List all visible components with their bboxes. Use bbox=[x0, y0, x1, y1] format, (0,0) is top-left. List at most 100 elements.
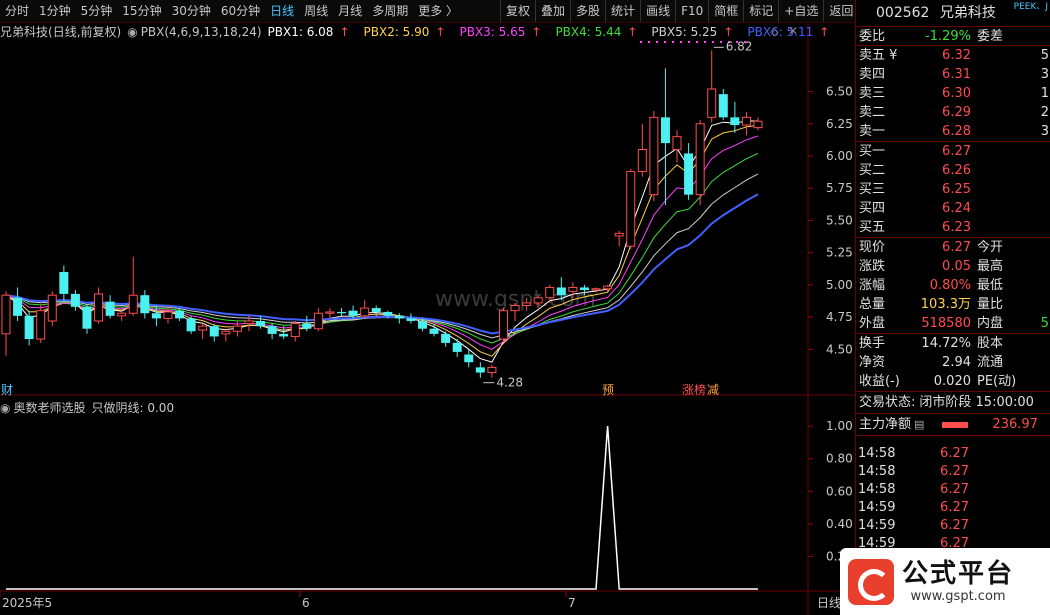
tick-time: 14:58 bbox=[858, 464, 896, 479]
marker-cai[interactable]: 财 bbox=[1, 383, 13, 397]
candle[interactable] bbox=[70, 290, 80, 311]
period-tab-3[interactable]: 15分钟 bbox=[117, 0, 166, 22]
candle[interactable] bbox=[186, 315, 196, 334]
candle[interactable] bbox=[741, 112, 751, 136]
tool-button-8[interactable]: +自选 bbox=[778, 0, 823, 22]
buy-price: 6.27 bbox=[942, 144, 971, 159]
candle[interactable] bbox=[498, 308, 508, 342]
candle[interactable] bbox=[753, 117, 763, 131]
trade-status-row: 交易状态: 闭市阶段 15:00:00 bbox=[856, 392, 1050, 414]
period-tab-1[interactable]: 1分钟 bbox=[34, 0, 76, 22]
period-tab-0[interactable]: 分时 bbox=[0, 0, 34, 22]
tool-button-7[interactable]: 标记 bbox=[743, 0, 778, 22]
indicator-name[interactable]: PBX(4,6,9,13,18,24) bbox=[141, 25, 262, 39]
period-tab-5[interactable]: 60分钟 bbox=[216, 0, 265, 22]
y-tick-label: 4.50 bbox=[826, 342, 853, 356]
candle[interactable] bbox=[94, 287, 104, 324]
stat-label: 涨幅 bbox=[859, 278, 886, 293]
buy-row-5[interactable]: 买五 6.23 bbox=[856, 218, 1050, 237]
candle[interactable] bbox=[441, 331, 451, 347]
tool-button-5[interactable]: F10 bbox=[675, 0, 708, 22]
buy-row-4[interactable]: 买四 6.24 bbox=[856, 199, 1050, 218]
candle[interactable] bbox=[672, 130, 682, 163]
list-icon[interactable]: ▤ bbox=[914, 414, 924, 435]
candle[interactable] bbox=[209, 323, 219, 342]
close-icon[interactable]: ✕ bbox=[788, 24, 798, 38]
candle[interactable] bbox=[487, 364, 497, 378]
tool-button-1[interactable]: 叠加 bbox=[535, 0, 570, 22]
sell-row-5[interactable]: 卖五 ¥ 6.32 5 bbox=[856, 46, 1050, 65]
trade-status-value: 闭市阶段 15:00:00 bbox=[919, 395, 1034, 410]
weibi-row: 委比 -1.29% 委差 bbox=[856, 27, 1050, 46]
tool-button-2[interactable]: 多股 bbox=[570, 0, 605, 22]
main-net-row[interactable]: 主力净额 ▤ 236.97 bbox=[856, 414, 1050, 436]
period-tab-7[interactable]: 周线 bbox=[299, 0, 333, 22]
period-tab-2[interactable]: 5分钟 bbox=[76, 0, 118, 22]
candle[interactable] bbox=[198, 323, 208, 340]
candle[interactable] bbox=[13, 287, 23, 321]
sell-row-1[interactable]: 卖一 6.28 3 bbox=[856, 122, 1050, 141]
candle[interactable] bbox=[337, 308, 347, 316]
candle[interactable] bbox=[649, 110, 659, 202]
candle[interactable] bbox=[47, 291, 57, 327]
period-tab-8[interactable]: 月线 bbox=[333, 0, 367, 22]
candle[interactable] bbox=[660, 68, 670, 205]
sell-row-4[interactable]: 卖四 6.31 3 bbox=[856, 65, 1050, 84]
candle[interactable] bbox=[452, 339, 462, 358]
chart-area[interactable]: www.gspt.com 6.50 6.25 6.00 5.75 5.50 5.25 5.00… bbox=[0, 23, 855, 615]
buy-price: 6.24 bbox=[942, 201, 971, 216]
tool-button-4[interactable]: 画线 bbox=[640, 0, 675, 22]
kline-chart[interactable]: www.gspt.com6.506.256.005.755.505.255.00… bbox=[0, 23, 855, 615]
sell-price: 6.32 bbox=[942, 48, 971, 63]
tool-button-3[interactable]: 统计 bbox=[605, 0, 640, 22]
period-tab-9[interactable]: 多周期 bbox=[367, 0, 413, 22]
candle[interactable] bbox=[475, 362, 485, 378]
candle[interactable] bbox=[24, 310, 34, 346]
candle[interactable] bbox=[614, 230, 624, 247]
candle[interactable] bbox=[163, 305, 173, 324]
candle[interactable] bbox=[707, 50, 717, 123]
candle[interactable] bbox=[59, 265, 69, 301]
buy-row-1[interactable]: 买一 6.27 bbox=[856, 142, 1050, 161]
candle[interactable] bbox=[718, 88, 728, 120]
candle[interactable] bbox=[637, 123, 647, 177]
period-tab-4[interactable]: 30分钟 bbox=[167, 0, 216, 22]
candle[interactable] bbox=[406, 313, 416, 324]
indicator-menu-icon[interactable]: ◉ bbox=[0, 401, 10, 415]
y-tick-label: 5.00 bbox=[826, 278, 853, 292]
candle[interactable] bbox=[325, 308, 335, 319]
tool-button-6[interactable]: 简框 bbox=[708, 0, 743, 22]
sell-row-3[interactable]: 卖三 6.30 1 bbox=[856, 84, 1050, 103]
candle[interactable] bbox=[626, 168, 636, 249]
indicator-title-text[interactable]: 奥数老师选股 bbox=[13, 399, 85, 416]
period-tab-6[interactable]: 日线 bbox=[265, 0, 299, 22]
up-arrow-icon: ↑ bbox=[627, 24, 638, 39]
sell-row-2[interactable]: 卖二 6.29 2 bbox=[856, 103, 1050, 122]
marker-jian[interactable]: 减 bbox=[707, 383, 719, 397]
candle[interactable] bbox=[290, 320, 300, 342]
candle[interactable] bbox=[82, 304, 92, 334]
candle[interactable] bbox=[105, 295, 115, 319]
candle[interactable] bbox=[140, 290, 150, 319]
candle[interactable] bbox=[695, 119, 705, 205]
candle[interactable] bbox=[313, 308, 323, 332]
buy-row-2[interactable]: 买二 6.26 bbox=[856, 161, 1050, 180]
candle[interactable] bbox=[684, 143, 694, 200]
tool-button-0[interactable]: 复权 bbox=[500, 0, 535, 22]
buy-row-3[interactable]: 买三 6.25 bbox=[856, 180, 1050, 199]
tick-price: 6.27 bbox=[940, 446, 969, 461]
diamond-icon[interactable]: ◇ bbox=[770, 25, 778, 38]
tool-button-9[interactable]: 返回 bbox=[823, 0, 858, 22]
period-tab-10[interactable]: 更多 〉 bbox=[413, 0, 463, 22]
marker-zhangbang[interactable]: 涨榜 bbox=[682, 382, 706, 397]
candle[interactable] bbox=[232, 320, 242, 337]
candle[interactable] bbox=[221, 328, 231, 342]
candle[interactable] bbox=[1, 291, 11, 356]
candle[interactable] bbox=[603, 284, 613, 292]
candle[interactable] bbox=[730, 101, 740, 133]
indicator-menu-icon[interactable]: ◉ bbox=[127, 25, 137, 39]
stat2-row-1: 净资 2.94 流通 bbox=[856, 353, 1050, 372]
candle[interactable] bbox=[360, 300, 370, 319]
candle[interactable] bbox=[128, 256, 138, 316]
marker-yu[interactable]: 预 bbox=[602, 383, 614, 397]
